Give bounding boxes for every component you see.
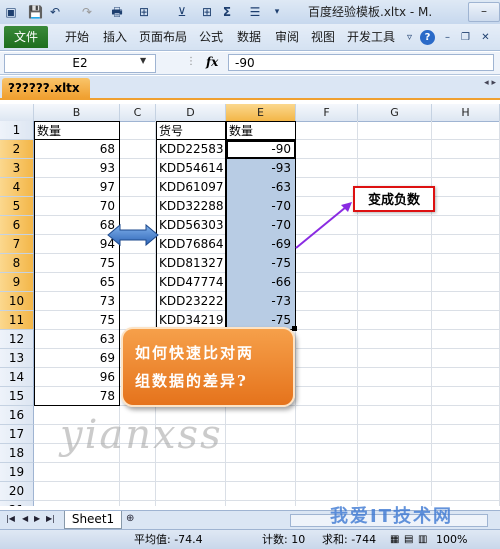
prev-sheet-icon[interactable]: ◀ [22,514,28,523]
filter-icon[interactable]: ⊻ [174,4,190,20]
minimize-icon[interactable]: – [468,2,500,22]
status-bar: 平均值: -74.4 计数: 10 求和: -744 ▦ ▤ ▥ 100% [0,529,500,549]
callout-line-2: 组数据的差异? [135,372,248,390]
formula-grip-icon: ⋮ [186,56,196,67]
customize-icon[interactable]: ▾ [272,4,282,20]
callout-line-1: 如何快速比对两 [135,344,255,362]
formula-bar: E2 ▼ ⋮ fx -90 [0,52,500,75]
chevron-down-icon[interactable]: ▼ [140,56,146,65]
document-tab[interactable]: ??????.xltx [2,78,90,98]
excel-icon[interactable]: ▣ [4,4,18,20]
status-count: 计数: 10 [262,533,306,546]
window-restore-icon[interactable]: ❐ [458,30,473,45]
file-tab[interactable]: 文件 [4,26,48,48]
status-average: 平均值: -74.4 [134,533,203,546]
tab-scroll-arrows-icon[interactable]: ◂ ▸ [484,78,496,88]
format-icon[interactable]: ⊞ [136,4,152,20]
save-icon[interactable]: 💾 [28,4,43,20]
new-sheet-icon[interactable]: ⊕ [126,513,134,524]
document-tab-bar: ??????.xltx ◂ ▸ [0,76,500,100]
title-bar: ▣ 💾 ↶ ↷ 🖶 ⊞ ⊻ ⊞ Σ ☰ ▾ 百度经验模板.xltx - M. – [0,0,500,24]
tab-page-layout[interactable]: 页面布局 [136,26,190,48]
tab-home[interactable]: 开始 [60,26,94,48]
tab-view[interactable]: 视图 [306,26,340,48]
undo-icon[interactable]: ↶ [48,4,62,20]
help-icon[interactable]: ? [420,30,435,45]
table-icon[interactable]: ⊞ [200,4,214,20]
status-sum: 求和: -744 [322,533,377,546]
name-box[interactable]: E2 [4,54,156,73]
annotation-label: 变成负数 [353,186,435,212]
print-preview-icon[interactable]: 🖶 [110,4,124,20]
tab-insert[interactable]: 插入 [98,26,132,48]
window-close-icon[interactable]: ✕ [478,30,493,45]
page-layout-view-icon[interactable]: ▤ [404,532,413,547]
brand-watermark: 我爱IT技术网 [330,506,453,527]
align-icon[interactable]: ☰ [248,4,262,20]
formula-input[interactable]: -90 [228,54,494,71]
sheet-tab-sheet1[interactable]: Sheet1 [64,511,122,529]
window-title: 百度经验模板.xltx - M. [308,5,433,19]
insert-function-icon[interactable]: fx [206,54,218,71]
tab-review[interactable]: 审阅 [270,26,304,48]
redo-icon[interactable]: ↷ [80,4,94,20]
watermark: yianxss [60,412,223,458]
last-sheet-icon[interactable]: ▶| [46,514,55,523]
zoom-level[interactable]: 100% [436,532,467,547]
window-minimize-icon[interactable]: – [440,30,455,45]
ribbon-tabs: 文件 开始 插入 页面布局 公式 数据 审阅 视图 开发工具 ▿ ? – ❐ ✕ [0,24,500,51]
tab-formulas[interactable]: 公式 [194,26,228,48]
double-arrow-icon [107,223,159,247]
sigma-icon[interactable]: Σ [220,4,234,20]
ribbon-collapse-icon[interactable]: ▿ [402,30,417,45]
page-break-view-icon[interactable]: ▥ [418,532,427,547]
tab-developer[interactable]: 开发工具 [342,26,400,48]
normal-view-icon[interactable]: ▦ [390,532,399,547]
first-sheet-icon[interactable]: |◀ [6,514,15,523]
pointer-arrow-line [295,206,347,249]
callout-box: 如何快速比对两 组数据的差异? [121,327,295,407]
tab-data[interactable]: 数据 [232,26,266,48]
next-sheet-icon[interactable]: ▶ [34,514,40,523]
